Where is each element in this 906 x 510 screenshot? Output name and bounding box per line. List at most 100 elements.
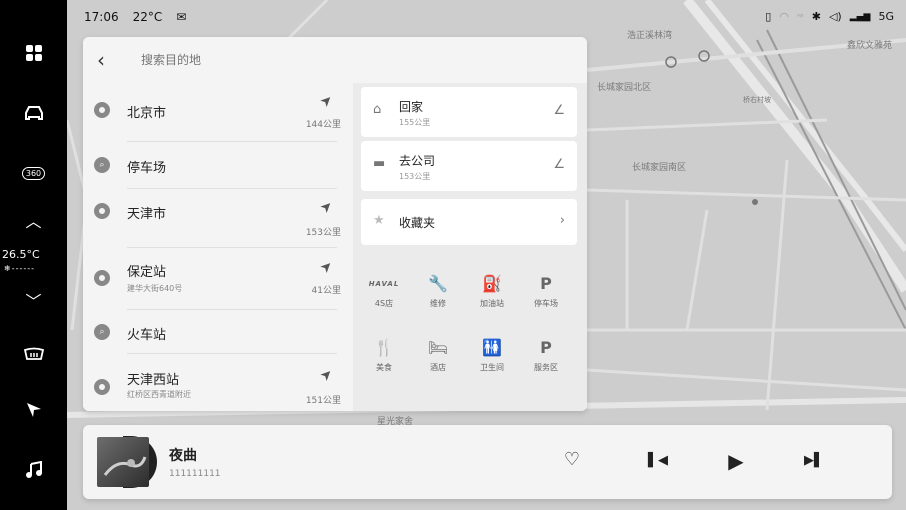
home-icon: ⌂ (373, 102, 382, 117)
wifi-icon: ◠ (779, 10, 789, 23)
fan-level-indicator: ❄------ (4, 264, 36, 273)
chevron-up-icon[interactable]: ︿ (0, 208, 67, 232)
list-item[interactable]: ⌕ 停车场 (83, 143, 353, 187)
work-distance: 153公里 (399, 172, 431, 181)
album-cover[interactable] (97, 437, 149, 487)
poi-4s-store[interactable]: HAVAL 4S店 (357, 273, 411, 309)
result-address: 建华大街640号 (127, 284, 183, 293)
chevron-right-icon: › (559, 213, 565, 228)
poi-label: 美食 (376, 363, 392, 372)
outside-temperature: 22°C (132, 10, 163, 24)
poi-label: 卫生间 (480, 363, 504, 372)
briefcase-icon: ▬ (373, 156, 386, 171)
favorites-card[interactable]: ★ 收藏夹 › (361, 199, 577, 245)
hotel-icon: 🛏 (427, 338, 449, 357)
poi-gas-station[interactable]: ⛽ 加油站 (465, 273, 519, 309)
camera-360-icon[interactable]: 360 (0, 158, 67, 188)
poi-restroom[interactable]: 🚻 卫生间 (465, 337, 519, 373)
map-label: 长城家园南区 (632, 163, 687, 173)
result-name: 北京市 (127, 106, 167, 121)
result-name: 停车场 (127, 161, 167, 176)
restroom-icon: 🚻 (482, 338, 502, 357)
poi-label: 4S店 (374, 299, 394, 308)
mail-icon[interactable]: ✉ (176, 10, 186, 24)
poi-label: 酒店 (430, 363, 446, 372)
back-icon[interactable]: ‹ (97, 48, 111, 72)
work-title: 去公司 (399, 154, 436, 168)
food-icon: 🍴 (374, 338, 394, 357)
song-title: 夜曲 (169, 448, 197, 464)
nav-rail: 360 ︿ 26.5°C ❄------ ﹀ (0, 0, 67, 510)
result-distance: 151公里 (305, 396, 341, 406)
song-artist: 111111111 (169, 469, 221, 479)
work-card[interactable]: ▬ 去公司 153公里 ∠ (361, 141, 577, 191)
list-item[interactable]: 北京市 ➤ 144公里 (83, 83, 353, 137)
service-area-icon: P (540, 338, 552, 357)
poi-label: 停车场 (534, 299, 558, 308)
poi-hotel[interactable]: 🛏 酒店 (411, 337, 465, 373)
poi-label: 维修 (430, 299, 446, 308)
search-bar: ‹ (83, 37, 587, 83)
navigate-arrow-icon[interactable]: ➤ (317, 257, 337, 277)
edit-icon[interactable]: ∠ (553, 103, 565, 118)
result-distance: 153公里 (305, 228, 341, 238)
next-track-icon[interactable]: ▶▌ (801, 453, 827, 468)
search-input[interactable] (141, 53, 441, 67)
home-distance: 155公里 (399, 118, 431, 127)
map-label: 桥右村坡 (743, 96, 771, 104)
location-pin-icon (94, 102, 110, 118)
play-icon[interactable]: ▶ (723, 449, 749, 473)
result-distance: 41公里 (311, 286, 341, 296)
apps-grid-icon[interactable] (0, 38, 67, 68)
poi-parking[interactable]: P 停车场 (519, 273, 573, 309)
list-item[interactable]: ⌕ 火车站 (83, 311, 353, 355)
poi-food[interactable]: 🍴 美食 (357, 337, 411, 373)
quick-access: ⌂ 回家 155公里 ∠ ▬ 去公司 153公里 ∠ ★ 收藏夹 › HAVAL… (353, 83, 587, 411)
navigate-arrow-icon[interactable]: ➤ (317, 91, 337, 111)
volume-icon: ◁) (828, 10, 842, 23)
divider (127, 141, 337, 142)
location-pin-icon (94, 203, 110, 219)
divider (127, 247, 337, 248)
list-item[interactable]: 保定站 建华大街640号 ➤ 41公里 (83, 249, 353, 307)
divider (127, 353, 337, 354)
defrost-icon[interactable] (0, 340, 67, 370)
bluetooth-icon: ✱ (811, 10, 821, 23)
heart-icon[interactable]: ♡ (559, 449, 585, 470)
poi-repair[interactable]: 🔧 维修 (411, 273, 465, 309)
parking-icon: P (540, 274, 552, 293)
search-icon: ⌕ (94, 324, 110, 340)
chevron-down-icon[interactable]: ﹀ (0, 288, 67, 312)
list-item[interactable]: 天津市 ➤ 153公里 (83, 191, 353, 245)
fuel-icon: ⛽ (482, 274, 502, 293)
wrench-icon: 🔧 (428, 274, 448, 293)
status-bar: 17:06 22°C ✉ (84, 10, 186, 24)
edit-icon[interactable]: ∠ (553, 157, 565, 172)
result-name: 火车站 (127, 328, 167, 343)
navigation-icon[interactable] (0, 395, 67, 425)
poi-label: 加油站 (480, 299, 504, 308)
previous-track-icon[interactable]: ▌◀ (645, 453, 671, 468)
map-label: 长城家园北区 (597, 83, 652, 93)
map-label: 鑫欣文雅苑 (847, 41, 893, 51)
navigate-arrow-icon[interactable]: ➤ (317, 197, 337, 217)
signal-icon: ▂▄▆ (849, 11, 871, 22)
list-item[interactable]: 天津西站 红桥区西青道附近 ➤ 151公里 (83, 355, 353, 411)
search-panel: ‹ 北京市 ➤ 144公里 ⌕ 停车场 天津市 ➤ 153公里 保定站 建 (83, 37, 587, 411)
haval-logo: HAVAL (368, 280, 400, 288)
star-icon: ★ (373, 213, 385, 228)
signal-off-icon: ᵛᵖ (796, 12, 804, 21)
music-icon[interactable] (0, 455, 67, 485)
home-card[interactable]: ⌂ 回家 155公里 ∠ (361, 87, 577, 137)
camera-360-label: 360 (21, 166, 46, 180)
divider (127, 188, 337, 189)
home-title: 回家 (399, 100, 424, 114)
navigate-arrow-icon[interactable]: ➤ (317, 365, 337, 385)
divider (127, 309, 337, 310)
results-list: 北京市 ➤ 144公里 ⌕ 停车场 天津市 ➤ 153公里 保定站 建华大街64… (83, 83, 353, 411)
result-address: 红桥区西青道附近 (127, 390, 191, 399)
car-icon[interactable] (0, 98, 67, 128)
vibrate-icon: ▯ (765, 10, 772, 23)
search-icon: ⌕ (94, 157, 110, 173)
poi-service-area[interactable]: P 服务区 (519, 337, 573, 373)
